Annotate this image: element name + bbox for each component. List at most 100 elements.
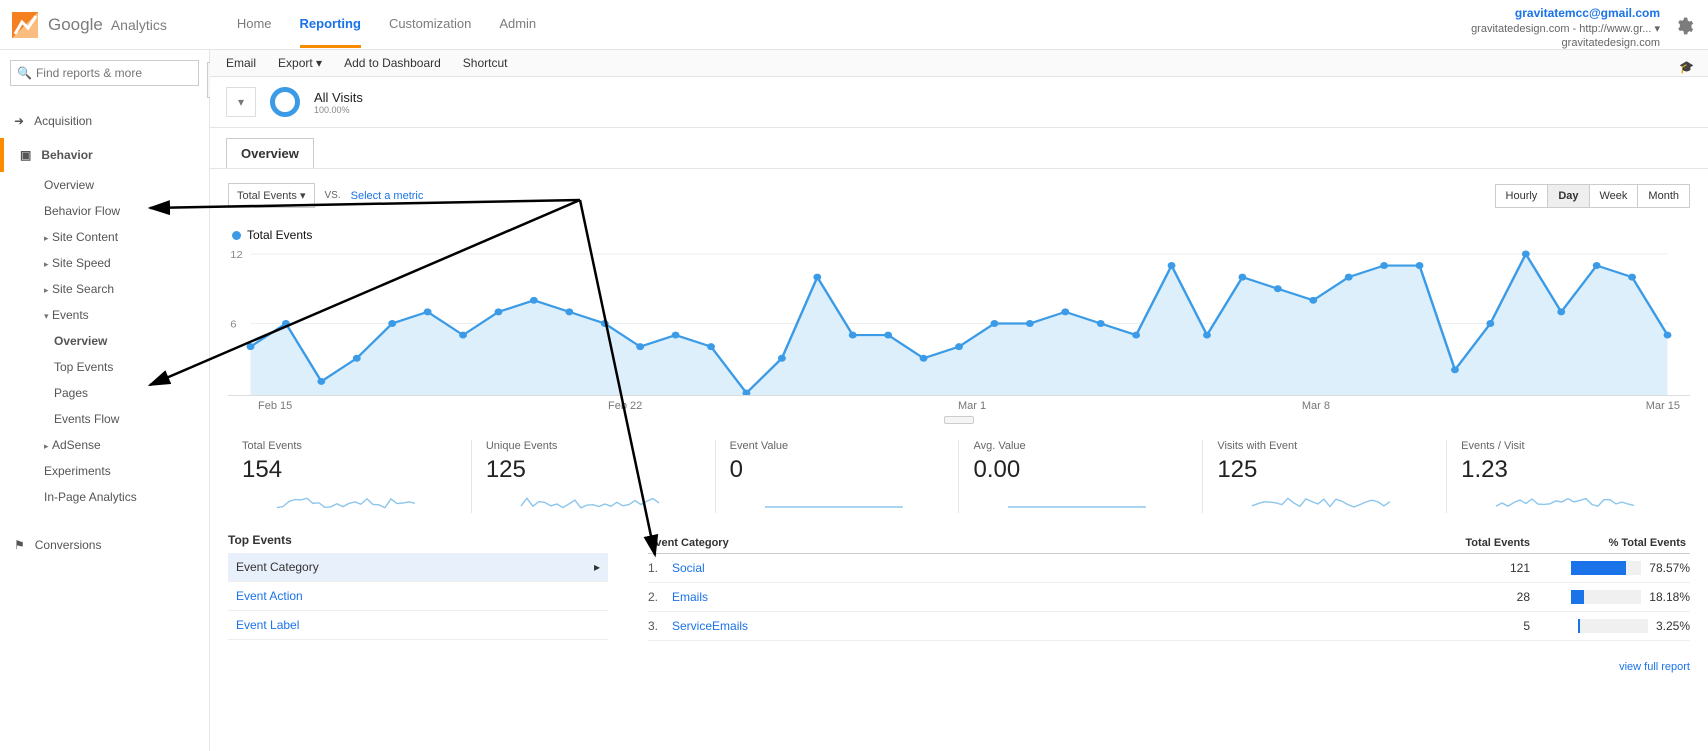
account-property: gravitatedesign.com - http://www.gr... ▾ <box>1471 22 1660 36</box>
timeseries-chart[interactable]: 612 <box>228 246 1690 396</box>
sidebar-item-overview[interactable]: Overview <box>10 172 199 198</box>
segment-pct: 100.00% <box>314 105 363 115</box>
primary-metric-dropdown[interactable]: Total Events ▾ <box>228 183 315 208</box>
brand-word-1: Google <box>48 15 103 35</box>
row-index: 2. <box>648 590 672 604</box>
gran-week[interactable]: Week <box>1589 184 1639 208</box>
sidebar-item-events-flow[interactable]: Events Flow <box>10 406 199 432</box>
sidebar-label: Behavior <box>41 148 92 162</box>
scorecard-visits-with-event[interactable]: Visits with Event 125 <box>1203 440 1447 513</box>
row-pct: 3.25% <box>1530 619 1690 633</box>
sidebar-item-adsense[interactable]: ▸AdSense <box>10 432 199 458</box>
sidebar-item-behavior-flow[interactable]: Behavior Flow <box>10 198 199 224</box>
sidebar-label: Conversions <box>35 538 102 552</box>
toolbar-shortcut[interactable]: Shortcut <box>463 56 508 70</box>
behavior-icon: ▣ <box>20 148 31 162</box>
dimension-event-category[interactable]: Event Category▸ <box>228 553 608 582</box>
top-events-panel: Top Events Event Category▸Event ActionEv… <box>228 533 608 641</box>
row-total-events: 28 <box>1410 590 1530 604</box>
report-search[interactable]: 🔍 <box>10 60 199 86</box>
chart-xtick: Feb 15 <box>258 400 292 412</box>
scorecard-value: 125 <box>1217 456 1432 484</box>
sidebar-item-events-overview[interactable]: Overview <box>10 328 199 354</box>
nav-customization[interactable]: Customization <box>389 2 471 48</box>
row-total-events: 5 <box>1410 619 1530 633</box>
scorecard-avg-value[interactable]: Avg. Value 0.00 <box>959 440 1203 513</box>
col-header-dim[interactable]: Event Category <box>648 537 1410 549</box>
chevron-right-icon: ▸ <box>594 560 600 574</box>
sidebar-item-events[interactable]: ▾Events <box>10 302 199 328</box>
col-header-pct[interactable]: % Total Events <box>1530 537 1690 549</box>
scorecards-row: Total Events 154 Unique Events 125 Event… <box>210 424 1708 533</box>
sidebar-label: Acquisition <box>34 114 92 128</box>
account-picker[interactable]: gravitatemcc@gmail.com gravitatedesign.c… <box>1471 6 1660 50</box>
table-row: 3. ServiceEmails 5 3.25% <box>648 612 1690 641</box>
sidebar-item-site-search[interactable]: ▸Site Search <box>10 276 199 302</box>
secondary-metric-select[interactable]: Select a metric <box>351 190 424 202</box>
scorecard-label: Visits with Event <box>1217 440 1432 452</box>
sidebar-item-inpage[interactable]: In-Page Analytics <box>10 484 199 510</box>
scorecard-label: Event Value <box>730 440 945 452</box>
svg-text:12: 12 <box>230 249 243 260</box>
main-nav: Home Reporting Customization Admin <box>237 2 536 48</box>
sidebar-item-events-pages[interactable]: Pages <box>10 380 199 406</box>
chart-legend: Total Events <box>232 228 1690 242</box>
brand-word-2: Analytics <box>111 17 167 33</box>
education-icon[interactable]: 🎓 <box>1679 60 1694 74</box>
col-header-total-events[interactable]: Total Events <box>1410 537 1530 549</box>
scorecard-value: 1.23 <box>1461 456 1676 484</box>
nav-home[interactable]: Home <box>237 2 272 48</box>
sidebar-item-experiments[interactable]: Experiments <box>10 458 199 484</box>
report-toolbar: Email Export ▾ Add to Dashboard Shortcut… <box>210 50 1708 77</box>
gran-month[interactable]: Month <box>1637 184 1690 208</box>
sidebar-item-acquisition[interactable]: ➜ Acquisition <box>10 104 199 138</box>
row-pct-bar <box>1571 590 1641 604</box>
dimension-event-label[interactable]: Event Label <box>228 611 608 640</box>
table-row: 2. Emails 28 18.18% <box>648 583 1690 612</box>
segment-row: ▾ All Visits 100.00% <box>210 77 1708 128</box>
ga-logo-icon <box>12 12 38 38</box>
dimension-event-action[interactable]: Event Action <box>228 582 608 611</box>
chart-drag-handle[interactable] <box>944 416 974 424</box>
sidebar-item-conversions[interactable]: ⚑ Conversions <box>10 528 199 562</box>
row-name-link[interactable]: ServiceEmails <box>672 619 1410 633</box>
toolbar-export[interactable]: Export ▾ <box>278 56 322 70</box>
scorecard-unique-events[interactable]: Unique Events 125 <box>472 440 716 513</box>
scorecard-label: Events / Visit <box>1461 440 1676 452</box>
gran-hourly[interactable]: Hourly <box>1495 184 1549 208</box>
scorecard-label: Unique Events <box>486 440 701 452</box>
chart-xtick: Feb 22 <box>608 400 642 412</box>
nav-admin[interactable]: Admin <box>499 2 536 48</box>
top-events-title: Top Events <box>228 533 608 547</box>
scorecard-value: 125 <box>486 456 701 484</box>
row-index: 3. <box>648 619 672 633</box>
scorecard-events-visit[interactable]: Events / Visit 1.23 <box>1447 440 1690 513</box>
gran-day[interactable]: Day <box>1547 184 1589 208</box>
scorecard-label: Avg. Value <box>973 440 1188 452</box>
sidebar-item-top-events[interactable]: Top Events <box>10 354 199 380</box>
scorecard-total-events[interactable]: Total Events 154 <box>228 440 472 513</box>
scorecard-event-value[interactable]: Event Value 0 <box>716 440 960 513</box>
view-full-report-link[interactable]: view full report <box>210 653 1708 673</box>
chart-xtick: Mar 15 <box>1646 400 1680 412</box>
toolbar-email[interactable]: Email <box>226 56 256 70</box>
scorecard-value: 154 <box>242 456 457 484</box>
legend-label: Total Events <box>247 228 312 242</box>
granularity-switch: Hourly Day Week Month <box>1496 184 1690 208</box>
sidebar-item-site-speed[interactable]: ▸Site Speed <box>10 250 199 276</box>
row-name-link[interactable]: Emails <box>672 590 1410 604</box>
settings-icon[interactable] <box>1674 16 1694 39</box>
row-name-link[interactable]: Social <box>672 561 1410 575</box>
sidebar-item-site-content[interactable]: ▸Site Content <box>10 224 199 250</box>
sidebar-item-behavior[interactable]: ▣ Behavior <box>0 138 199 172</box>
left-sidebar: 🔍 ➜ Acquisition ▣ Behavior Overview Beha… <box>0 50 210 751</box>
toolbar-add-dashboard[interactable]: Add to Dashboard <box>344 56 441 70</box>
row-pct-bar <box>1578 619 1648 633</box>
nav-reporting[interactable]: Reporting <box>300 2 361 48</box>
tab-overview[interactable]: Overview <box>226 138 314 168</box>
report-pane: Email Export ▾ Add to Dashboard Shortcut… <box>210 50 1708 751</box>
account-email: gravitatemcc@gmail.com <box>1471 6 1660 22</box>
segment-expand-button[interactable]: ▾ <box>226 87 256 117</box>
search-input[interactable] <box>36 66 192 80</box>
scorecard-label: Total Events <box>242 440 457 452</box>
